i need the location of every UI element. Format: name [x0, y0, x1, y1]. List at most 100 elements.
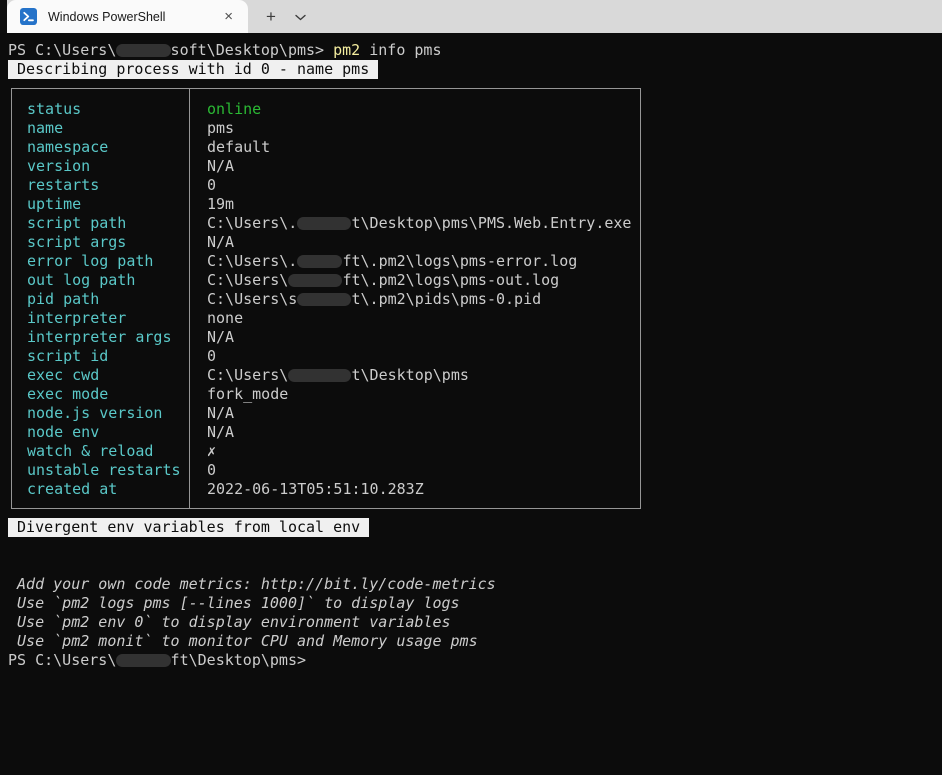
row-value: C:\Users\ t\Desktop\pms: [190, 366, 469, 385]
row-value: 0: [190, 176, 216, 195]
redacted-text: [297, 217, 351, 230]
text-segment: N/A: [207, 404, 234, 422]
row-key: name: [12, 119, 190, 138]
row-key: node env: [12, 423, 190, 442]
table-row: node.js version N/A: [12, 404, 640, 423]
row-value: online: [190, 100, 261, 119]
text-segment: PS C:\Users\: [8, 651, 116, 669]
row-value: N/A: [190, 328, 234, 347]
window-left-edge: [0, 0, 7, 33]
text-segment: 19m: [207, 195, 234, 213]
row-key: out log path: [12, 271, 190, 290]
table-row: script id 0: [12, 347, 640, 366]
text-segment: t\Desktop\pms: [351, 366, 468, 384]
row-value: ✗: [190, 442, 216, 461]
text-segment: 2022-06-13T05:51:10.283Z: [207, 480, 424, 498]
text-segment: 0: [207, 176, 216, 194]
row-value: N/A: [190, 404, 234, 423]
redacted-text: [288, 369, 351, 382]
terminal-viewport[interactable]: PS C:\Users\soft\Desktop\pms> pm2 info p…: [0, 33, 942, 775]
table-row: unstable restarts0: [12, 461, 640, 480]
table-row: pid path C:\Users\s t\.pm2\pids\pms-0.pid: [12, 290, 640, 309]
text-segment: C:\Users\s: [207, 290, 297, 308]
row-key: exec cwd: [12, 366, 190, 385]
row-key: interpreter: [12, 309, 190, 328]
text-segment: pms: [207, 119, 234, 137]
text-segment: Use `pm2 logs pms [--lines 1000]` to dis…: [8, 594, 460, 612]
row-key: namespace: [12, 138, 190, 157]
row-key: status: [12, 100, 190, 119]
table-row: interpreter args N/A: [12, 328, 640, 347]
row-key: error log path: [12, 252, 190, 271]
text-segment: online: [207, 100, 261, 118]
text-segment: N/A: [207, 157, 234, 175]
divergent-header-line: Divergent env variables from local env: [8, 518, 942, 537]
blank-lines: [8, 537, 942, 575]
tab-close-icon[interactable]: ×: [219, 7, 238, 26]
titlebar-drag-area[interactable]: Windows PowerShell × +: [0, 0, 942, 33]
text-segment: C:\Users\.: [207, 252, 297, 270]
text-segment: N/A: [207, 233, 234, 251]
text-segment: ✗: [207, 442, 216, 460]
tab-dropdown-button[interactable]: [287, 6, 313, 28]
text-segment: Add your own code metrics:: [8, 575, 261, 593]
table-row: uptime 19m: [12, 195, 640, 214]
process-info-table: status online namepms namespace default versi…: [11, 88, 641, 509]
tip-line: Add your own code metrics: http://bit.ly…: [8, 575, 942, 594]
table-row: exec cwd C:\Users\ t\Desktop\pms: [12, 366, 640, 385]
table-row: error log pathC:\Users\.ft\.pm2\logs\pms…: [12, 252, 640, 271]
describe-badge: Describing process with id 0 - name pms: [8, 60, 378, 79]
row-value: 0: [190, 461, 216, 480]
text-segment: ft\.pm2\logs\pms-out.log: [342, 271, 559, 289]
text-segment: default: [207, 138, 270, 156]
row-key: pid path: [12, 290, 190, 309]
tip-line: Use `pm2 monit` to monitor CPU and Memor…: [8, 632, 942, 651]
describe-header-line: Describing process with id 0 - name pms: [8, 60, 942, 79]
row-value: default: [190, 138, 270, 157]
tip-line: Use `pm2 logs pms [--lines 1000]` to dis…: [8, 594, 942, 613]
powershell-icon: [20, 8, 37, 25]
text-segment: N/A: [207, 328, 234, 346]
text-segment: C:\Users\: [207, 271, 288, 289]
row-key: interpreter args: [12, 328, 190, 347]
row-value: C:\Users\s t\.pm2\pids\pms-0.pid: [190, 290, 541, 309]
row-key: watch & reload: [12, 442, 190, 461]
row-value: C:\Users\.ft\.pm2\logs\pms-error.log: [190, 252, 577, 271]
text-segment: none: [207, 309, 243, 327]
text-segment: N/A: [207, 423, 234, 441]
text-segment: C:\Users\: [207, 366, 288, 384]
tab-windows-powershell[interactable]: Windows PowerShell ×: [7, 0, 248, 33]
table-row: script pathC:\Users\.t\Desktop\pms\PMS.W…: [12, 214, 640, 233]
table-row: restarts0: [12, 176, 640, 195]
text-segment: ft\Desktop\pms>: [171, 651, 306, 669]
row-key: created at: [12, 480, 190, 499]
row-value: N/A: [190, 423, 234, 442]
row-key: script id: [12, 347, 190, 366]
row-key: script path: [12, 214, 190, 233]
text-segment: 0: [207, 347, 216, 365]
table-column-divider: [189, 89, 190, 508]
row-key: version: [12, 157, 190, 176]
text-segment: fork_mode: [207, 385, 288, 403]
table-row: exec modefork_mode: [12, 385, 640, 404]
row-value: none: [190, 309, 243, 328]
text-segment: Use `pm2 env 0` to display environment v…: [8, 613, 451, 631]
row-key: uptime: [12, 195, 190, 214]
divergent-badge: Divergent env variables from local env: [8, 518, 369, 537]
table-row: namespace default: [12, 138, 640, 157]
text-segment: soft\Desktop\pms>: [171, 41, 334, 59]
chevron-down-icon: [295, 14, 306, 21]
redacted-text: [116, 44, 170, 57]
redacted-text: [288, 274, 342, 287]
row-key: node.js version: [12, 404, 190, 423]
row-value: 19m: [190, 195, 234, 214]
text-segment: t\.pm2\pids\pms-0.pid: [351, 290, 541, 308]
row-value: C:\Users\.t\Desktop\pms\PMS.Web.Entry.ex…: [190, 214, 631, 233]
metrics-link[interactable]: http://bit.ly/code-metrics: [261, 575, 496, 593]
text-segment: PS C:\Users\: [8, 41, 116, 59]
tab-title: Windows PowerShell: [48, 10, 219, 24]
new-tab-button[interactable]: +: [258, 6, 284, 28]
table-row: interpreter none: [12, 309, 640, 328]
text-segment: pm2: [333, 41, 360, 59]
redacted-text: [297, 293, 351, 306]
